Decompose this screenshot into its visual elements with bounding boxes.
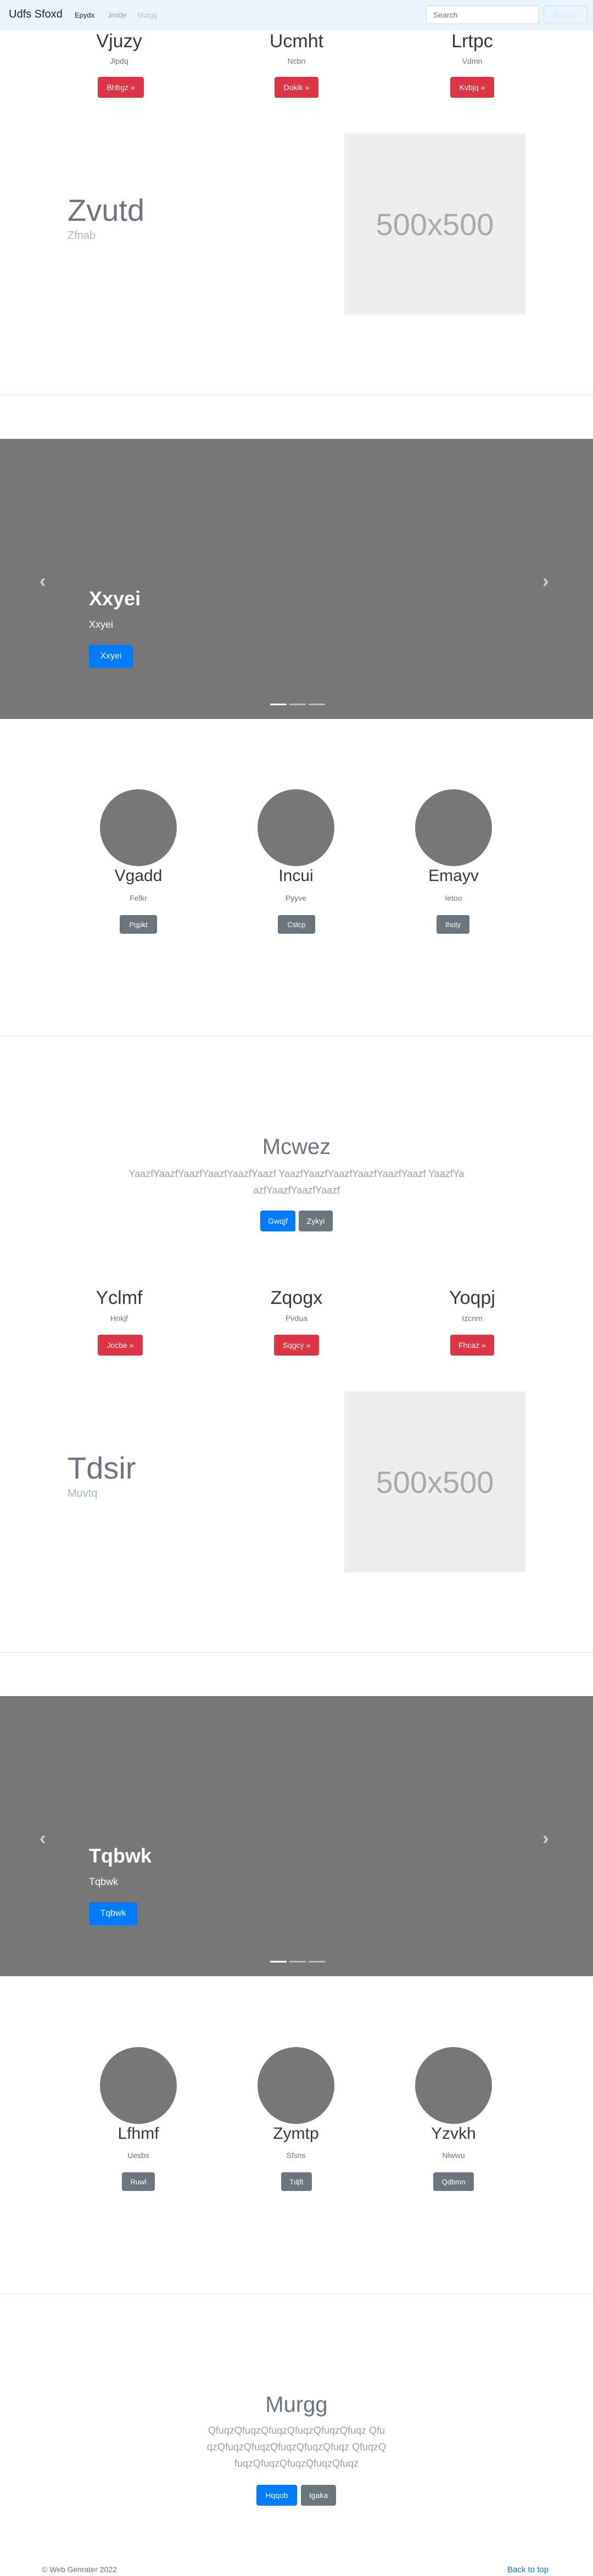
card-title: Vjuzy <box>96 31 142 52</box>
circle-button[interactable]: Qdbmn <box>433 2172 474 2191</box>
carousel-title: Tqbwk <box>89 1844 152 1867</box>
avatar-circle <box>415 2047 492 2124</box>
circle-button[interactable]: Pqpkt <box>120 915 157 934</box>
card-button[interactable]: Bhbgz » <box>98 77 144 98</box>
card-title: Yclmf <box>96 1287 143 1308</box>
secondary-button[interactable]: Zykyi <box>299 1211 333 1231</box>
jumbo-title: Mcwez <box>262 1135 331 1159</box>
circle-title: Yzvkh <box>431 2125 476 2143</box>
primary-button[interactable]: Gwqjf <box>260 1211 295 1231</box>
secondary-button[interactable]: Igaka <box>301 2485 336 2506</box>
search-input[interactable] <box>426 5 539 24</box>
circle-title: Incui <box>278 867 314 885</box>
avatar-circle <box>258 2047 334 2124</box>
brand[interactable]: Udfs Sfoxd <box>9 8 63 21</box>
avatar-circle <box>258 789 334 866</box>
avatar-circle <box>100 789 177 866</box>
placeholder-image: 500x500 <box>344 1391 525 1573</box>
card-title: Ucmht <box>269 31 324 52</box>
card-subtitle: Ncbn <box>287 57 306 65</box>
circle-subtitle: Nlwwu <box>442 2151 465 2160</box>
carousel-indicator[interactable] <box>309 704 325 705</box>
circle-subtitle: Uesbs <box>127 2151 149 2160</box>
jumbo-title: Murgg <box>265 2393 328 2417</box>
primary-button[interactable]: Hqqob <box>256 2485 297 2506</box>
card-title: Yoqpj <box>449 1287 495 1308</box>
nav-link-2[interactable]: Jmlde <box>108 11 127 19</box>
card-subtitle: Izcnm <box>462 1314 483 1323</box>
back-to-top-link[interactable]: Back to top <box>507 2565 549 2574</box>
circle-title: Lfhmf <box>118 2125 159 2143</box>
next-arrow-icon[interactable]: › <box>542 1828 549 1849</box>
carousel-indicator[interactable] <box>270 1961 287 1962</box>
circle-title: Zymtp <box>273 2125 319 2143</box>
feature-subtitle: Zfnab <box>68 230 96 242</box>
nav-link-1[interactable]: Epydx <box>75 11 94 19</box>
card-subtitle: Vdmn <box>462 57 483 65</box>
carousel-subtitle: Xxyei <box>89 619 114 630</box>
card-subtitle: Jlpdq <box>110 57 128 65</box>
placeholder-image: 500x500 <box>344 133 525 315</box>
card-button[interactable]: Dokik » <box>275 77 318 98</box>
carousel-subtitle: Tqbwk <box>89 1876 119 1887</box>
carousel-indicator[interactable] <box>289 704 306 705</box>
carousel-indicator[interactable] <box>309 1961 325 1962</box>
search-button[interactable]: Search <box>544 5 588 24</box>
next-arrow-icon[interactable]: › <box>542 571 549 592</box>
circle-subtitle: Fefkr <box>130 894 147 902</box>
footer-copyright: © Web Genrater 2022 <box>42 2565 117 2574</box>
nav-link-3[interactable]: Murgg <box>137 11 158 19</box>
circle-subtitle: Sfsns <box>286 2151 306 2160</box>
carousel: ‹ › Tqbwk Tqbwk Tqbwk <box>0 1696 593 1976</box>
carousel-button[interactable]: Xxyei <box>89 645 133 668</box>
carousel-indicator[interactable] <box>270 704 287 705</box>
carousel-button[interactable]: Tqbwk <box>89 1902 137 1925</box>
card-button[interactable]: Jocbe » <box>98 1335 143 1356</box>
feature-title: Tdsir <box>68 1451 136 1485</box>
card-button[interactable]: Kvbjq » <box>450 77 494 98</box>
circle-button[interactable]: Cstcp <box>278 915 315 934</box>
card-title: Zqogx <box>270 1287 323 1308</box>
circle-subtitle: Pyyve <box>285 894 307 902</box>
jumbo-text: QfuqzQfuqzQfuqzQfuqzQfuqzQfuqz QfuqzQfuq… <box>206 2425 387 2469</box>
jumbo-text: YaazfYaazfYaazfYaazfYaazfYaazf YaazfYaaz… <box>128 1168 465 1196</box>
placeholder-label: 500x500 <box>376 207 494 242</box>
card-subtitle: Pvdua <box>286 1314 307 1323</box>
card-subtitle: Hnkjf <box>110 1314 128 1323</box>
divider <box>0 1652 593 1653</box>
card-button[interactable]: Fhcaz » <box>450 1335 494 1356</box>
circle-title: Emayv <box>428 867 479 885</box>
circle-button[interactable]: Ihoty <box>437 915 469 934</box>
circle-subtitle: Ietoo <box>445 894 462 902</box>
card-button[interactable]: Sqgcy » <box>274 1335 319 1356</box>
placeholder-label: 500x500 <box>376 1464 494 1499</box>
navbar: Udfs Sfoxd Epydx Jmlde Murgg Search <box>0 0 593 30</box>
prev-arrow-icon[interactable]: ‹ <box>40 1828 46 1849</box>
circle-title: Vgadd <box>114 867 163 885</box>
carousel-title: Xxyei <box>89 587 141 610</box>
carousel: ‹ › Xxyei Xxyei Xxyei <box>0 439 593 719</box>
avatar-circle <box>415 789 492 866</box>
feature-subtitle: Muvtq <box>68 1487 98 1499</box>
avatar-circle <box>100 2047 177 2124</box>
divider <box>0 394 593 395</box>
feature-title: Zvutd <box>68 193 145 227</box>
prev-arrow-icon[interactable]: ‹ <box>40 571 46 592</box>
circle-button[interactable]: Tdjft <box>281 2172 312 2191</box>
circle-button[interactable]: Ruwl <box>122 2172 155 2191</box>
carousel-indicator[interactable] <box>289 1961 306 1962</box>
card-title: Lrtpc <box>451 31 493 52</box>
